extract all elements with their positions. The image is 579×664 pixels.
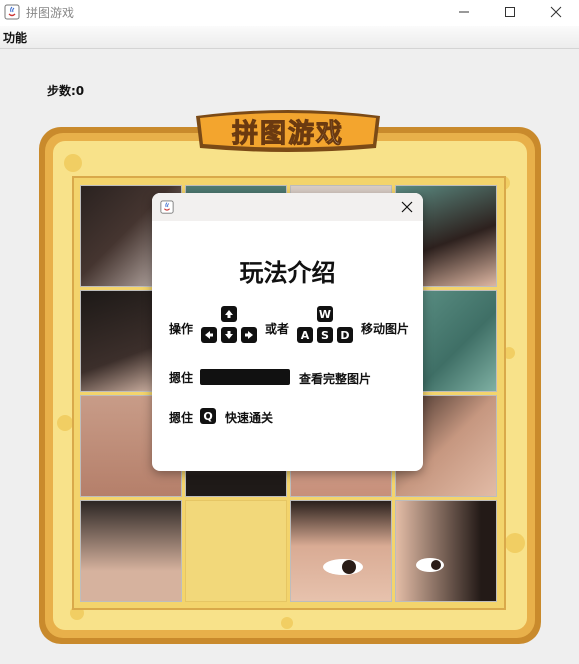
java-app-icon [4,4,20,20]
arrow-down-key-icon [221,327,237,343]
space-key-icon [200,369,290,385]
arrow-right-key-icon [241,327,257,343]
eye-detail [323,559,363,575]
banner-title: 拼图游戏 [231,119,344,150]
or-label: 或者 [265,322,290,336]
window-titlebar: 拼图游戏 [0,0,579,26]
arrow-up-key-icon [221,306,237,322]
close-button[interactable] [533,0,579,24]
minimize-button[interactable] [441,0,487,24]
puzzle-tile[interactable] [395,500,497,602]
maximize-button[interactable] [487,0,533,24]
key-w: W [317,306,333,322]
key-d: D [337,327,353,343]
java-app-icon [160,200,174,214]
step-counter: 步数:0 [47,84,85,98]
maximize-icon [505,7,515,17]
menu-function[interactable]: 功能 [3,29,27,46]
empty-tile[interactable] [185,500,287,602]
key-a: A [297,327,313,343]
window-title: 拼图游戏 [26,6,75,20]
close-icon [550,6,562,18]
dialog-titlebar [152,193,423,221]
operate-label: 操作 [169,322,194,336]
key-s: S [317,327,333,343]
hold-label: 摁住 [169,371,194,385]
minimize-icon [459,11,469,13]
puzzle-tile[interactable] [290,500,392,602]
key-q: Q [200,408,216,424]
game-banner: 拼图游戏 [190,104,386,154]
dialog-close-button[interactable] [398,198,416,216]
view-full-image-label: 查看完整图片 [299,372,372,386]
instructions-dialog: 玩法介绍 操作 或者 W A S D 移动图片 摁住 查看完整图片 摁住 Q 快… [152,193,423,471]
puzzle-tile[interactable] [80,500,182,602]
quick-clear-label: 快速通关 [225,411,274,425]
move-image-label: 移动图片 [361,322,410,336]
eye-detail [416,558,444,572]
menu-bar: 功能 [0,26,579,49]
close-icon [401,201,413,213]
dialog-title: 玩法介绍 [239,259,336,287]
arrow-left-key-icon [201,327,217,343]
hold-label: 摁住 [169,411,194,425]
